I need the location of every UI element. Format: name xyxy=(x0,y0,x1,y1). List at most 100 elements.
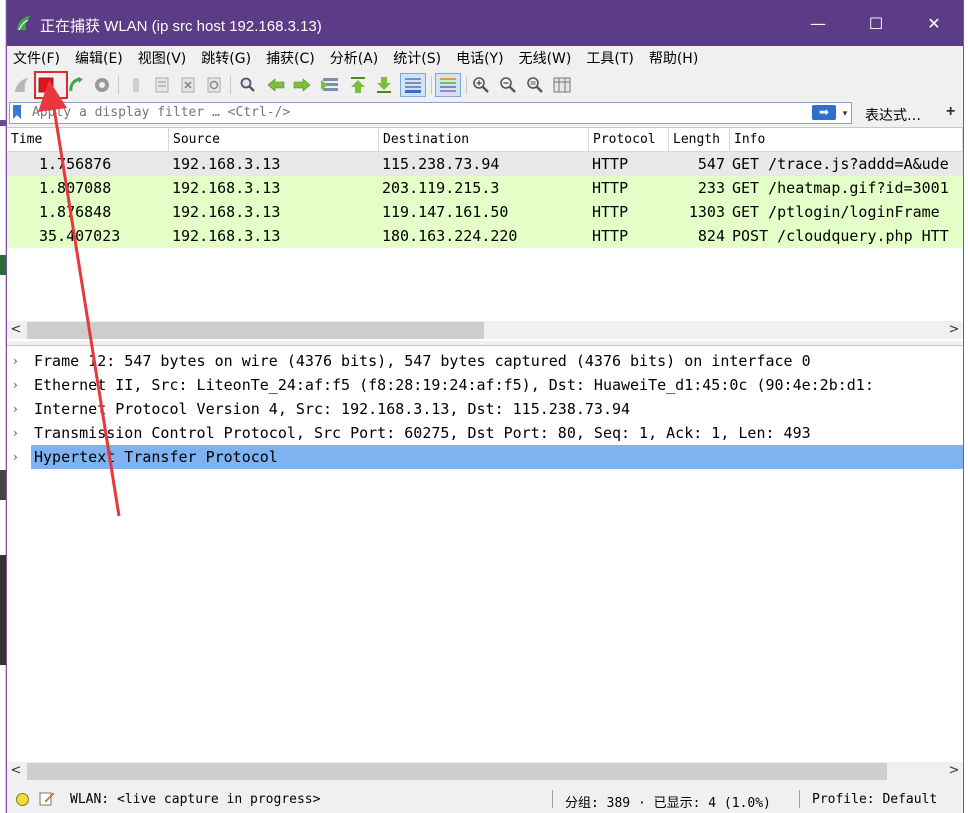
menu-bar: 文件(F) 编辑(E) 视图(V) 跳转(G) 捕获(C) 分析(A) 统计(S… xyxy=(7,46,963,70)
resize-columns-button[interactable] xyxy=(551,74,573,96)
auto-scroll-button[interactable] xyxy=(400,73,426,97)
go-to-packet-button[interactable] xyxy=(319,74,341,96)
capture-options-button[interactable] xyxy=(91,74,113,96)
menu-statistics[interactable]: 统计(S) xyxy=(393,48,441,68)
menu-view[interactable]: 视图(V) xyxy=(138,48,187,68)
minimize-button[interactable]: — xyxy=(789,0,847,46)
restart-icon xyxy=(69,77,83,92)
packet-length: 547 xyxy=(697,155,725,173)
bookmark-icon[interactable] xyxy=(13,105,21,119)
expand-chevron-icon[interactable]: › xyxy=(13,421,27,445)
scroll-right-arrow[interactable]: > xyxy=(945,321,963,339)
start-capture-button[interactable] xyxy=(11,74,33,96)
packet-time: 35.407023 xyxy=(39,227,121,245)
toolbar-separator xyxy=(431,76,432,94)
column-header-time[interactable]: Time xyxy=(7,128,169,152)
packet-row[interactable]: 1.807088 192.168.3.13 203.119.215.3 HTTP… xyxy=(7,176,963,200)
colorize-icon xyxy=(440,78,456,92)
wireshark-window: 正在捕获 WLAN (ip src host 192.168.3.13) — ☐… xyxy=(6,0,964,813)
zoom-in-button[interactable] xyxy=(470,74,492,96)
filter-history-dropdown[interactable]: ▾ xyxy=(839,105,851,121)
arrow-down-icon xyxy=(377,77,391,93)
detail-tree-row[interactable]: › Internet Protocol Version 4, Src: 192.… xyxy=(7,397,963,421)
auto-scroll-icon xyxy=(405,78,421,93)
scroll-left-arrow[interactable]: < xyxy=(7,321,25,339)
packet-time: 1.756876 xyxy=(39,155,112,173)
menu-wireless[interactable]: 无线(W) xyxy=(519,48,572,68)
packet-list-hscrollbar[interactable]: < > xyxy=(7,321,963,339)
colorize-button[interactable] xyxy=(435,73,461,97)
add-filter-button[interactable]: + xyxy=(946,103,955,121)
find-packet-button[interactable] xyxy=(237,74,259,96)
reload-file-button[interactable] xyxy=(203,74,225,96)
packet-destination: 119.147.161.50 xyxy=(382,203,509,221)
packet-info: POST /cloudquery.php HTT xyxy=(732,227,949,245)
save-file-button[interactable] xyxy=(151,74,173,96)
wireshark-fin-icon xyxy=(17,16,31,31)
menu-edit[interactable]: 编辑(E) xyxy=(75,48,123,68)
detail-tree-row-selected[interactable]: › Hypertext Transfer Protocol xyxy=(7,445,963,469)
column-header-length[interactable]: Length xyxy=(669,128,730,152)
packet-source: 192.168.3.13 xyxy=(172,155,281,173)
maximize-button[interactable]: ☐ xyxy=(847,0,905,46)
close-button[interactable]: ✕ xyxy=(905,0,963,46)
column-header-destination[interactable]: Destination xyxy=(379,128,589,152)
display-filter-input[interactable]: Apply a display filter … <Ctrl-/> xyxy=(9,102,852,124)
packet-row[interactable]: 35.407023 192.168.3.13 180.163.224.220 H… xyxy=(7,224,963,248)
expand-chevron-icon[interactable]: › xyxy=(13,349,27,373)
capture-comment-icon[interactable] xyxy=(39,790,55,806)
menu-analyze[interactable]: 分析(A) xyxy=(330,48,379,68)
detail-tree-row[interactable]: › Transmission Control Protocol, Src Por… xyxy=(7,421,963,445)
arrow-left-icon xyxy=(267,78,285,92)
zoom-normal-button[interactable] xyxy=(524,74,546,96)
packet-length: 824 xyxy=(697,227,725,245)
menu-tools[interactable]: 工具(T) xyxy=(586,48,633,68)
packet-time: 1.807088 xyxy=(39,179,112,197)
detail-text: Transmission Control Protocol, Src Port:… xyxy=(34,424,811,442)
menu-file[interactable]: 文件(F) xyxy=(13,48,60,68)
apply-filter-button[interactable]: ➡ xyxy=(812,105,836,120)
menu-help[interactable]: 帮助(H) xyxy=(649,48,698,68)
expand-chevron-icon[interactable]: › xyxy=(13,445,27,469)
close-file-button[interactable] xyxy=(177,74,199,96)
go-back-button[interactable] xyxy=(265,74,287,96)
open-file-icon xyxy=(133,78,139,92)
details-hscrollbar[interactable]: < > xyxy=(7,762,963,780)
restart-capture-button[interactable] xyxy=(65,74,87,96)
go-first-button[interactable] xyxy=(347,74,369,96)
scroll-thumb[interactable] xyxy=(27,322,484,339)
zoom-out-button[interactable] xyxy=(497,74,519,96)
title-bar: 正在捕获 WLAN (ip src host 192.168.3.13) — ☐… xyxy=(7,0,963,46)
packet-protocol: HTTP xyxy=(592,179,629,197)
profile-text[interactable]: Profile: Default xyxy=(812,792,937,807)
expert-info-icon[interactable] xyxy=(16,793,29,806)
packet-destination: 180.163.224.220 xyxy=(382,227,518,245)
scroll-left-arrow[interactable]: < xyxy=(7,762,25,780)
packet-info: GET /heatmap.gif?id=3001 xyxy=(732,179,949,197)
save-file-icon xyxy=(155,77,169,93)
menu-telephony[interactable]: 电话(Y) xyxy=(456,48,503,68)
column-header-protocol[interactable]: Protocol xyxy=(589,128,669,152)
scroll-thumb[interactable] xyxy=(27,763,887,780)
scroll-right-arrow[interactable]: > xyxy=(945,762,963,780)
packet-source: 192.168.3.13 xyxy=(172,203,281,221)
gear-icon xyxy=(95,78,109,92)
shark-fin-icon xyxy=(15,78,28,92)
column-header-source[interactable]: Source xyxy=(169,128,379,152)
go-last-button[interactable] xyxy=(373,74,395,96)
menu-capture[interactable]: 捕获(C) xyxy=(266,48,315,68)
column-header-info[interactable]: Info xyxy=(730,128,963,152)
packet-length: 1303 xyxy=(688,203,725,221)
expression-button[interactable]: 表达式… xyxy=(865,105,921,125)
packet-row[interactable]: 1.876848 192.168.3.13 119.147.161.50 HTT… xyxy=(7,200,963,224)
expand-chevron-icon[interactable]: › xyxy=(13,373,27,397)
detail-tree-row[interactable]: › Frame 12: 547 bytes on wire (4376 bits… xyxy=(7,349,963,373)
expand-chevron-icon[interactable]: › xyxy=(13,397,27,421)
open-file-button[interactable] xyxy=(125,74,147,96)
detail-tree-row[interactable]: › Ethernet II, Src: LiteonTe_24:af:f5 (f… xyxy=(7,373,963,397)
zoom-normal-icon xyxy=(527,77,543,93)
menu-go[interactable]: 跳转(G) xyxy=(201,48,251,68)
packet-row[interactable]: 1.756876 192.168.3.13 115.238.73.94 HTTP… xyxy=(7,152,963,176)
packet-source: 192.168.3.13 xyxy=(172,227,281,245)
go-forward-button[interactable] xyxy=(291,74,313,96)
